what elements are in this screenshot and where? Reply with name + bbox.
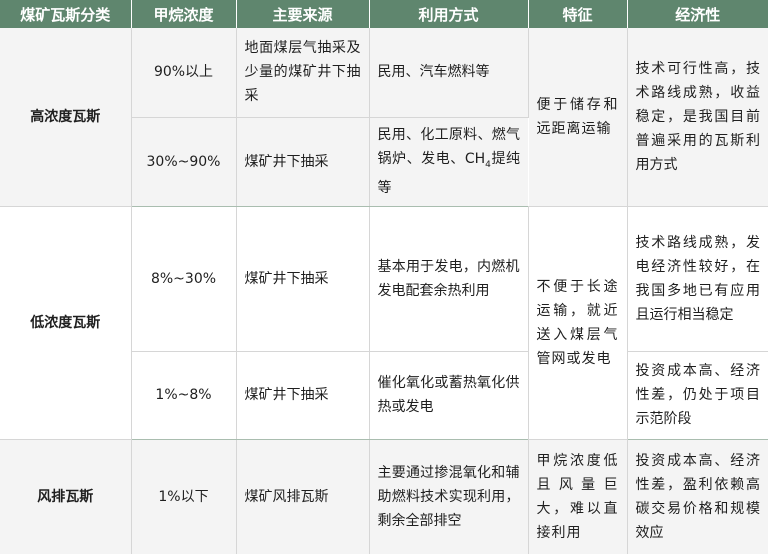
gas-utilization-table: 煤矿瓦斯分类 甲烷浓度 主要来源 利用方式 特征 经济性 高浓度瓦斯 90%以上… bbox=[0, 0, 768, 554]
header-row: 煤矿瓦斯分类 甲烷浓度 主要来源 利用方式 特征 经济性 bbox=[0, 0, 768, 28]
header-source: 主要来源 bbox=[236, 0, 370, 28]
source-cell: 煤矿井下抽采 bbox=[236, 351, 370, 440]
feature-wind: 甲烷浓度低且风量巨大，难以直接利用 bbox=[528, 439, 628, 554]
economy-wind: 投资成本高、经济性差，盈利依赖高碳交易价格和规模效应 bbox=[627, 439, 768, 554]
header-category: 煤矿瓦斯分类 bbox=[0, 0, 132, 28]
header-feature: 特征 bbox=[528, 0, 628, 28]
usage-cell: 民用、化工原料、燃气锅炉、发电、CH4提纯等 bbox=[369, 117, 528, 207]
economy-high: 技术可行性高，技术路线成熟，收益稳定，是我国目前普遍采用的瓦斯利用方式 bbox=[627, 28, 768, 207]
concentration-cell: 1%~8% bbox=[131, 351, 237, 440]
header-economy: 经济性 bbox=[627, 0, 768, 28]
usage-cell: 民用、汽车燃料等 bbox=[369, 28, 529, 118]
category-low: 低浓度瓦斯 bbox=[0, 206, 132, 440]
source-cell: 地面煤层气抽采及少量的煤矿井下抽采 bbox=[236, 28, 370, 118]
usage-cell: 催化氧化或蓄热氧化供热或发电 bbox=[369, 351, 529, 440]
feature-high: 便于储存和远距离运输 bbox=[528, 28, 628, 207]
usage-cell: 主要通过掺混氧化和辅助燃料技术实现利用，剩余全部排空 bbox=[369, 439, 529, 554]
usage-cell: 基本用于发电，内燃机发电配套余热利用 bbox=[369, 206, 529, 352]
feature-low: 不便于长途运输，就近送入煤层气管网或发电 bbox=[528, 206, 628, 440]
concentration-cell: 90%以上 bbox=[131, 28, 237, 118]
economy-cell: 技术路线成熟，发电经济性较好，在我国多地已有应用且运行相当稳定 bbox=[627, 206, 768, 352]
header-concentration: 甲烷浓度 bbox=[131, 0, 237, 28]
economy-cell: 投资成本高、经济性差，仍处于项目示范阶段 bbox=[627, 351, 768, 440]
category-high: 高浓度瓦斯 bbox=[0, 28, 132, 207]
header-usage: 利用方式 bbox=[369, 0, 529, 28]
source-cell: 煤矿风排瓦斯 bbox=[236, 439, 370, 554]
methane-formula: CH4 bbox=[464, 150, 491, 170]
source-cell: 煤矿井下抽采 bbox=[236, 117, 370, 207]
concentration-cell: 8%~30% bbox=[131, 206, 237, 352]
source-cell: 煤矿井下抽采 bbox=[236, 206, 370, 352]
concentration-cell: 1%以下 bbox=[131, 439, 237, 554]
table-row: 风排瓦斯 1%以下 煤矿风排瓦斯 主要通过掺混氧化和辅助燃料技术实现利用，剩余全… bbox=[0, 439, 768, 554]
table-row: 高浓度瓦斯 90%以上 地面煤层气抽采及少量的煤矿井下抽采 民用、汽车燃料等 便… bbox=[0, 28, 768, 207]
category-wind: 风排瓦斯 bbox=[0, 439, 132, 554]
concentration-cell: 30%~90% bbox=[131, 117, 237, 207]
table-row: 低浓度瓦斯 8%~30% 煤矿井下抽采 基本用于发电，内燃机发电配套余热利用 不… bbox=[0, 206, 768, 440]
